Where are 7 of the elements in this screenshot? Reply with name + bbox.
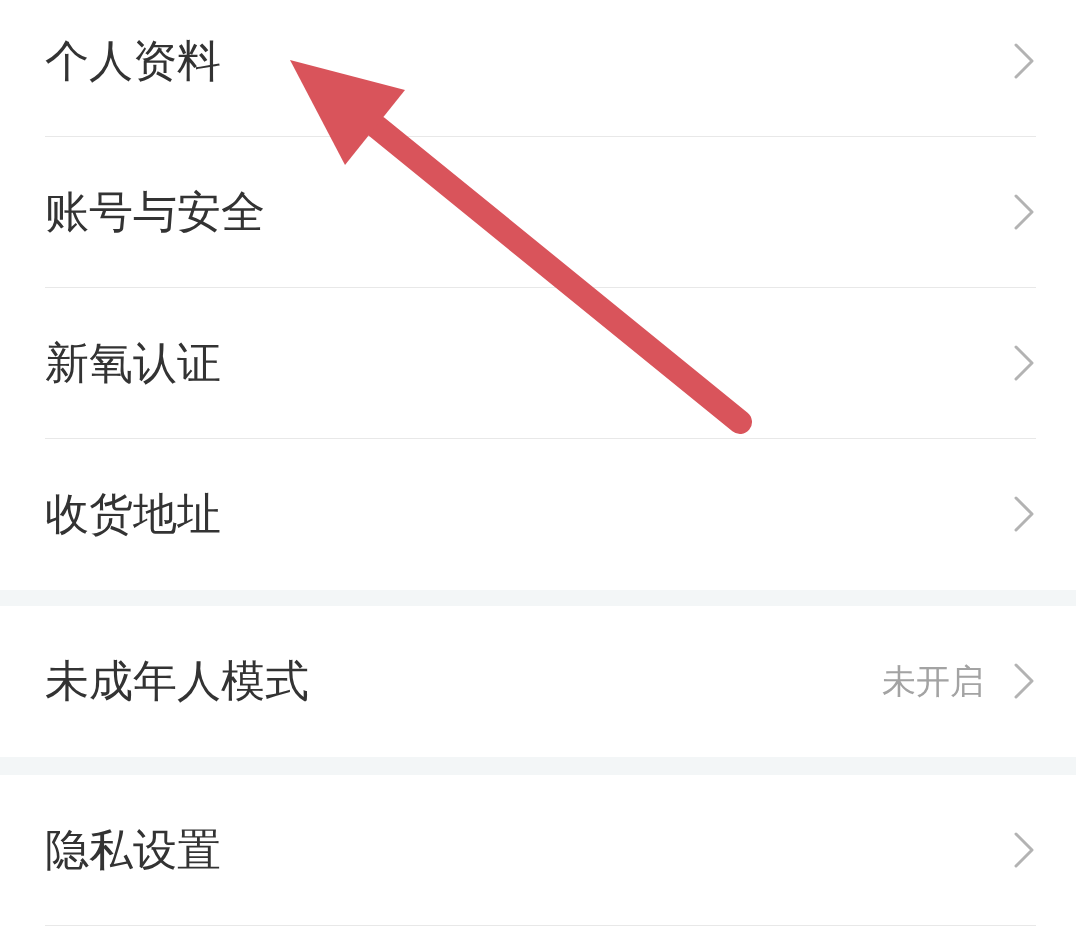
chevron-right-icon (1014, 345, 1034, 381)
chevron-right-icon (1014, 832, 1034, 868)
status-text: 未开启 (882, 664, 984, 698)
chevron-right-icon (1014, 194, 1034, 230)
chevron-right-icon (1014, 43, 1034, 79)
chevron-right-icon (1014, 663, 1034, 699)
chevron-right-icon (1014, 496, 1034, 532)
